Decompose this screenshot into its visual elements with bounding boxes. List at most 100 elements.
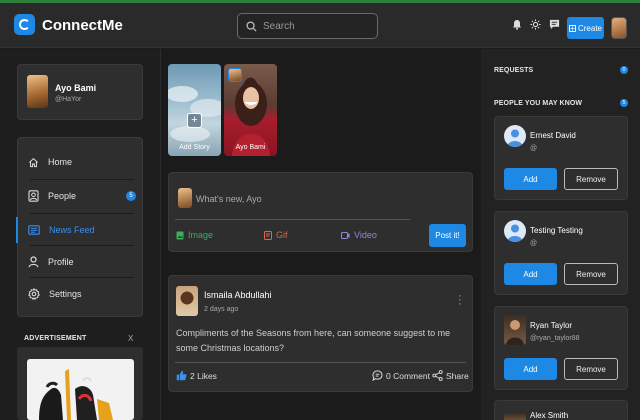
sidebar-item-newsfeed[interactable]: News Feed bbox=[16, 214, 144, 246]
message-icon[interactable] bbox=[549, 19, 560, 30]
post-author[interactable]: Ismaila Abdullahi bbox=[204, 290, 272, 300]
composer-input[interactable]: What's new, Ayo bbox=[196, 194, 262, 204]
comments-count: 0 Comment bbox=[386, 370, 430, 381]
story-label: Add Story bbox=[179, 144, 210, 151]
home-icon bbox=[29, 157, 38, 167]
advertisement-title: ADVERTISEMENT bbox=[24, 335, 87, 342]
bell-icon[interactable] bbox=[512, 19, 522, 30]
suggestion-card: Ernest David @ Add Remove bbox=[494, 116, 628, 200]
create-label: Create bbox=[577, 23, 602, 33]
suggestion-name[interactable]: Alex Smith bbox=[530, 411, 568, 420]
create-button[interactable]: + Create bbox=[567, 17, 604, 39]
suggestion-name[interactable]: Ryan Taylor bbox=[530, 321, 572, 330]
remove-button[interactable]: Remove bbox=[564, 168, 618, 190]
sidebar-item-settings[interactable]: Settings bbox=[18, 278, 144, 310]
sidebar-item-label: People bbox=[48, 191, 77, 201]
advertisement-image[interactable] bbox=[27, 359, 134, 420]
avatar bbox=[27, 75, 48, 108]
story-avatar bbox=[228, 68, 242, 82]
search-input[interactable] bbox=[263, 20, 373, 32]
sun-icon[interactable] bbox=[530, 19, 541, 30]
thumbs-up-icon bbox=[176, 370, 187, 381]
suggestion-card: Ryan Taylor @ryan_taylor88 Add Remove bbox=[494, 306, 628, 390]
top-navbar: ConnectMe + Create bbox=[0, 3, 640, 48]
suggestion-handle: @ryan_taylor88 bbox=[530, 335, 580, 342]
remove-button[interactable]: Remove bbox=[564, 358, 618, 380]
sidebar-item-profile[interactable]: Profile bbox=[18, 246, 144, 278]
close-ad-button[interactable]: X bbox=[128, 334, 133, 343]
share-button[interactable]: Share bbox=[432, 370, 469, 381]
video-button[interactable]: Video bbox=[341, 230, 377, 240]
sidebar-item-label: Settings bbox=[49, 289, 82, 299]
profile-card[interactable]: Ayo Bami @HaYor bbox=[17, 64, 143, 120]
add-story-icon: + bbox=[187, 113, 202, 128]
logo-icon[interactable] bbox=[14, 14, 35, 35]
post-timestamp: 2 days ago bbox=[204, 306, 239, 313]
post-composer: What's new, Ayo Image Gif Video Post it! bbox=[168, 172, 473, 252]
sidebar-item-people[interactable]: People 5 bbox=[18, 180, 144, 212]
suggestion-handle: @ bbox=[530, 240, 538, 247]
sidebar-item-label: News Feed bbox=[49, 225, 95, 235]
side-menu: Home People 5 News Feed Profile Settings bbox=[16, 137, 144, 317]
feed-post: Ismaila Abdullahi 2 days ago · · · Complim… bbox=[168, 275, 473, 392]
suggestions-title: PEOPLE YOU MAY KNOW bbox=[494, 100, 583, 107]
post-body: Compliments of the Seasons from here, ca… bbox=[176, 328, 451, 353]
suggestion-name[interactable]: Ernest David bbox=[530, 131, 576, 140]
image-icon bbox=[176, 231, 184, 239]
divider bbox=[175, 219, 410, 220]
story-label: Ayo Bami bbox=[235, 144, 266, 151]
image-label: Image bbox=[188, 230, 214, 240]
post-it-button[interactable]: Post it! bbox=[429, 224, 466, 247]
avatar[interactable] bbox=[176, 286, 198, 316]
suggestion-card: Alex Smith bbox=[494, 400, 628, 420]
nav-icons bbox=[512, 19, 560, 30]
share-icon bbox=[432, 370, 443, 381]
newsfeed-icon bbox=[28, 225, 40, 235]
gif-icon bbox=[264, 230, 272, 240]
like-button[interactable]: 2 Likes bbox=[176, 370, 217, 381]
column-divider bbox=[160, 49, 161, 420]
avatar[interactable] bbox=[504, 315, 526, 345]
suggestion-card: Testing Testing @ Add Remove bbox=[494, 211, 628, 295]
shoes-illustration bbox=[39, 369, 113, 420]
sidebar-item-home[interactable]: Home bbox=[18, 146, 144, 178]
plus-square-icon: + bbox=[568, 23, 576, 33]
composer-actions: Image Gif Video bbox=[176, 230, 377, 240]
default-avatar-icon[interactable] bbox=[504, 220, 526, 242]
profile-name: Ayo Bami bbox=[55, 83, 97, 93]
video-icon bbox=[341, 231, 350, 239]
suggestion-handle: @ bbox=[530, 145, 538, 152]
share-label: Share bbox=[446, 370, 469, 381]
add-button[interactable]: Add bbox=[504, 263, 557, 285]
user-avatar[interactable] bbox=[611, 17, 627, 39]
sidebar-item-label: Profile bbox=[48, 257, 74, 267]
more-options-icon[interactable]: · · · bbox=[458, 291, 462, 310]
video-label: Video bbox=[354, 230, 377, 240]
add-button[interactable]: Add bbox=[504, 358, 557, 380]
advertisement-box bbox=[17, 347, 143, 420]
requests-count-badge: 0 bbox=[620, 66, 628, 74]
image-button[interactable]: Image bbox=[176, 230, 264, 240]
comment-icon bbox=[372, 370, 383, 381]
gif-label: Gif bbox=[276, 230, 288, 240]
avatar[interactable] bbox=[504, 413, 526, 420]
add-button[interactable]: Add bbox=[504, 168, 557, 190]
divider bbox=[175, 362, 466, 363]
settings-icon bbox=[28, 288, 40, 300]
default-avatar-icon[interactable] bbox=[504, 125, 526, 147]
gif-button[interactable]: Gif bbox=[264, 230, 341, 240]
profile-icon bbox=[28, 256, 39, 268]
comment-button[interactable]: 0 Comment bbox=[372, 370, 430, 381]
avatar bbox=[178, 188, 192, 208]
add-story-card[interactable]: + Add Story bbox=[168, 64, 221, 156]
brand-name[interactable]: ConnectMe bbox=[42, 17, 123, 34]
sidebar-item-label: Home bbox=[48, 157, 73, 167]
remove-button[interactable]: Remove bbox=[564, 263, 618, 285]
search-box[interactable] bbox=[237, 13, 378, 39]
requests-title: REQUESTS bbox=[494, 67, 534, 74]
notification-badge: 5 bbox=[126, 191, 136, 201]
profile-handle: @HaYor bbox=[55, 96, 82, 103]
user-story-card[interactable]: Ayo Bami bbox=[224, 64, 277, 156]
likes-count: 2 Likes bbox=[190, 370, 217, 381]
suggestion-name[interactable]: Testing Testing bbox=[530, 226, 583, 235]
